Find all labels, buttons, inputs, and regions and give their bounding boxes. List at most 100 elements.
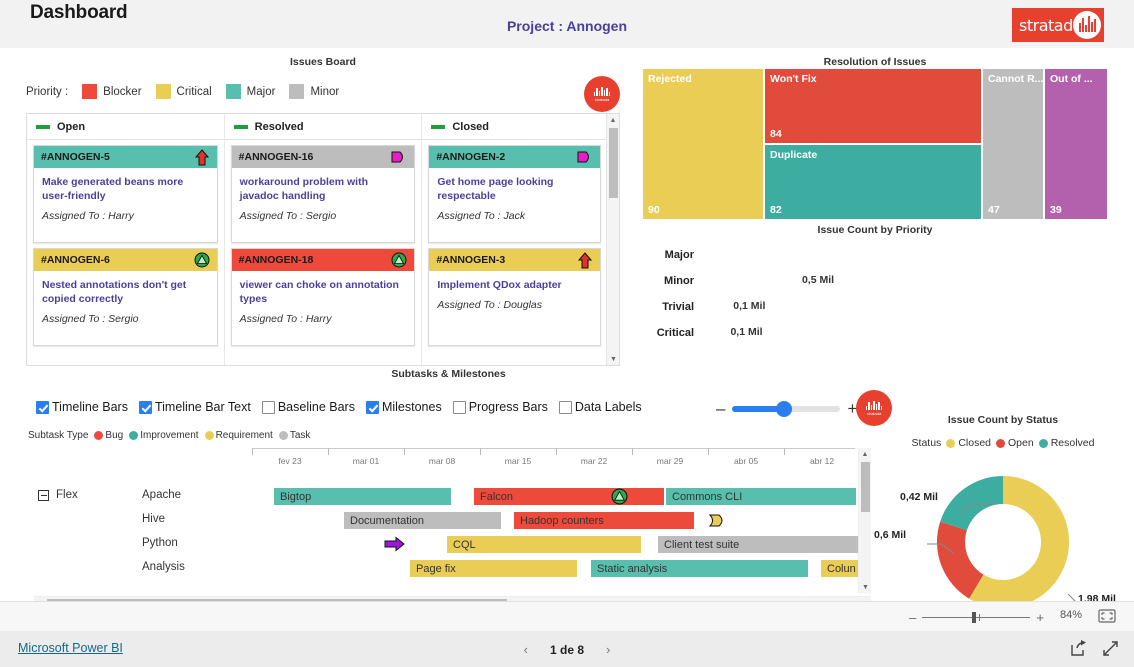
share-icon[interactable] bbox=[1069, 639, 1088, 658]
zoom-slider-handle[interactable] bbox=[972, 612, 977, 623]
bar-category-label: Trivial bbox=[662, 301, 694, 313]
gantt-bar-static-analysis[interactable]: Static analysis bbox=[591, 560, 808, 577]
treemap-cell-cannot-reproduce[interactable]: Cannot R... 47 bbox=[983, 69, 1043, 219]
chevron-right-icon[interactable]: › bbox=[606, 642, 610, 657]
issue-card[interactable]: #ANNOGEN-3 Implement QDox adapter Assign… bbox=[428, 248, 602, 346]
legend-item-resolved[interactable]: Resolved bbox=[1038, 437, 1094, 449]
zoom-out-button[interactable]: – bbox=[909, 610, 916, 625]
legend-swatch-minor[interactable] bbox=[289, 84, 305, 99]
treemap-value: 39 bbox=[1050, 204, 1062, 216]
page-navigation: ‹ 1 de 8 › bbox=[0, 642, 1134, 657]
page-zoom-control[interactable]: – + bbox=[909, 610, 1044, 625]
gantt-group-label[interactable]: Flex bbox=[56, 489, 78, 501]
gantt-bar-commons-cli[interactable]: Commons CLI bbox=[666, 488, 856, 505]
gantt-bar-client-test-suite[interactable]: Client test suite bbox=[658, 536, 858, 553]
option-baseline-bars[interactable]: Baseline Bars bbox=[261, 400, 355, 414]
flag-yellow-icon bbox=[708, 514, 723, 527]
checkbox-progress-bars[interactable] bbox=[452, 400, 466, 414]
fit-to-page-icon[interactable] bbox=[1098, 609, 1116, 623]
gantt-bar-bigtop[interactable]: Bigtop bbox=[274, 488, 451, 505]
timeline-tick-label: abr 12 bbox=[809, 456, 835, 466]
scrollbar-thumb[interactable] bbox=[861, 462, 870, 512]
bar-row-major: Major 2,3 Mil bbox=[643, 242, 1107, 268]
legend-swatch-blocker[interactable] bbox=[82, 84, 98, 99]
option-timeline-bar-text[interactable]: Timeline Bar Text bbox=[138, 400, 251, 414]
legend-swatch-critical[interactable] bbox=[155, 84, 171, 99]
gantt-bar-page-fix[interactable]: Page fix bbox=[410, 560, 577, 577]
option-milestones[interactable]: Milestones bbox=[365, 400, 442, 414]
treemap-label: Cannot R... bbox=[988, 73, 1043, 85]
subtask-type-legend: Subtask Type Bug Improvement Requirement… bbox=[28, 430, 310, 441]
donut-slice-resolved[interactable] bbox=[940, 476, 1003, 531]
scrollbar-thumb[interactable] bbox=[609, 128, 618, 198]
slider-knob[interactable] bbox=[775, 400, 792, 417]
legend-item-requirement[interactable]: Requirement bbox=[204, 430, 273, 441]
legend-item-task[interactable]: Task bbox=[278, 430, 310, 441]
gantt-vertical-scrollbar[interactable]: ▲ ▼ bbox=[858, 448, 871, 593]
checkbox-data-labels[interactable] bbox=[558, 400, 572, 414]
gantt-bar-cql[interactable]: CQL bbox=[447, 536, 641, 553]
legend-swatch-major[interactable] bbox=[225, 84, 241, 99]
checkbox-baseline-bars[interactable] bbox=[261, 400, 275, 414]
gantt-row-label-analysis[interactable]: Analysis bbox=[142, 561, 185, 573]
subtask-type-legend-label: Subtask Type bbox=[28, 430, 89, 441]
issue-card[interactable]: #ANNOGEN-16 workaround problem with java… bbox=[230, 145, 416, 243]
option-timeline-bars[interactable]: Timeline Bars bbox=[36, 400, 128, 414]
legend-label-major: Major bbox=[246, 85, 276, 98]
treemap-cell-wont-fix[interactable]: Won't Fix 84 bbox=[765, 69, 981, 143]
issue-card[interactable]: #ANNOGEN-2 Get home page looking respect… bbox=[428, 145, 602, 243]
issue-card-id: #ANNOGEN-3 bbox=[436, 254, 506, 266]
checkbox-milestones[interactable] bbox=[365, 400, 379, 414]
zoom-slider[interactable] bbox=[922, 612, 1031, 623]
gantt-bar-label: Falcon bbox=[480, 490, 514, 503]
scroll-up-arrow-icon[interactable]: ▲ bbox=[859, 448, 871, 460]
zoom-out-button[interactable]: – bbox=[716, 400, 725, 417]
chevron-left-icon[interactable]: ‹ bbox=[524, 642, 528, 657]
gantt-bar-documentation[interactable]: Documentation bbox=[344, 512, 501, 529]
fullscreen-icon[interactable] bbox=[1101, 639, 1120, 658]
scroll-up-arrow-icon[interactable]: ▲ bbox=[607, 114, 619, 126]
issue-card-body: Get home page looking respectable Assign… bbox=[429, 168, 600, 242]
kanban-columns: Open #ANNOGEN-5 Make generated beans mor… bbox=[27, 114, 620, 365]
gantt-zoom-control[interactable]: – + bbox=[716, 400, 857, 417]
scroll-down-arrow-icon[interactable]: ▼ bbox=[607, 353, 620, 365]
gantt-row-label-python[interactable]: Python bbox=[142, 537, 178, 549]
issue-card[interactable]: #ANNOGEN-5 Make generated beans more use… bbox=[33, 145, 218, 243]
option-data-labels[interactable]: Data Labels bbox=[558, 400, 642, 414]
legend-item-improvement[interactable]: Improvement bbox=[129, 430, 199, 441]
legend-item-open[interactable]: Open bbox=[996, 437, 1034, 449]
gantt-zoom-slider[interactable] bbox=[732, 400, 841, 417]
treemap-cell-duplicate[interactable]: Duplicate 82 bbox=[765, 145, 981, 219]
checkbox-timeline-bar-text[interactable] bbox=[138, 400, 152, 414]
legend-label-bug: Bug bbox=[105, 430, 124, 441]
bar-value-label: 0,5 Mil bbox=[801, 273, 835, 286]
kanban-vertical-scrollbar[interactable]: ▲ ▼ bbox=[606, 114, 619, 365]
timeline-tick-label: mar 22 bbox=[580, 456, 608, 466]
zoom-in-button[interactable]: + bbox=[1036, 610, 1044, 625]
issue-card[interactable]: #ANNOGEN-6 Nested annotations don't get … bbox=[33, 248, 218, 346]
checkbox-timeline-bars[interactable] bbox=[36, 400, 49, 414]
treemap-cell-out-of-scope[interactable]: Out of ... 39 bbox=[1045, 69, 1107, 219]
issue-card-header: #ANNOGEN-18 bbox=[231, 249, 415, 271]
gantt-bar-falcon[interactable]: Falcon bbox=[474, 488, 664, 505]
priority-legend: Priority : Blocker Critical Major Minor bbox=[26, 84, 339, 99]
issue-card-id: #ANNOGEN-18 bbox=[238, 254, 314, 266]
gantt-row-label-apache[interactable]: Apache bbox=[142, 489, 181, 501]
gantt-bar-hadoop-counters[interactable]: Hadoop counters bbox=[514, 512, 694, 529]
badge-text: stratada bbox=[594, 96, 610, 102]
issue-card-id: #ANNOGEN-5 bbox=[41, 151, 110, 163]
group-expander-toggle[interactable] bbox=[38, 490, 49, 501]
issue-card-body: viewer can choke on annotation types Ass… bbox=[232, 271, 415, 345]
issue-card-header: #ANNOGEN-5 bbox=[34, 146, 217, 168]
option-progress-bars[interactable]: Progress Bars bbox=[452, 400, 548, 414]
issue-card-assignee: Assigned To : Sergio bbox=[239, 210, 337, 223]
zoom-percent-label: 84% bbox=[1059, 609, 1082, 621]
legend-item-bug[interactable]: Bug bbox=[94, 430, 123, 441]
scroll-down-arrow-icon[interactable]: ▼ bbox=[859, 581, 871, 593]
treemap-cell-rejected[interactable]: Rejected 90 bbox=[643, 69, 763, 219]
option-label: Timeline Bars bbox=[52, 400, 128, 414]
issue-card-header: #ANNOGEN-6 bbox=[34, 249, 217, 271]
issue-card[interactable]: #ANNOGEN-18 viewer can choke on annotati… bbox=[230, 248, 416, 346]
gantt-row-label-hive[interactable]: Hive bbox=[142, 513, 165, 525]
legend-item-closed[interactable]: Closed bbox=[946, 437, 991, 449]
